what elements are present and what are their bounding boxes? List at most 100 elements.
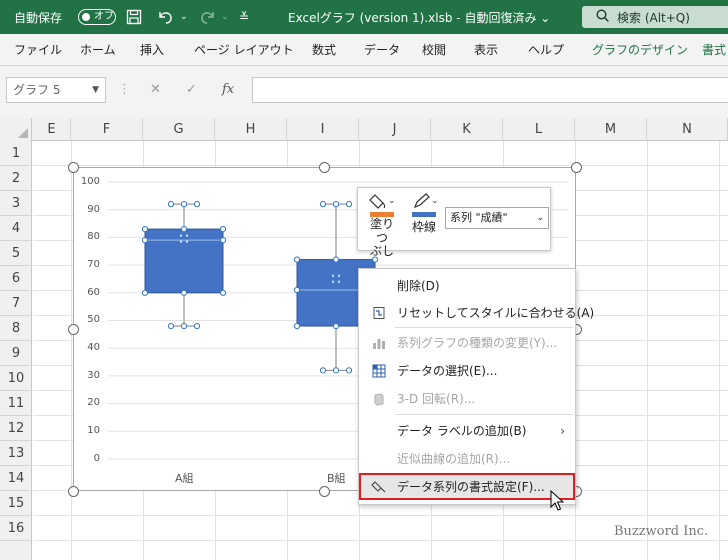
row-header[interactable]: 14 [0, 466, 32, 491]
column-header[interactable]: M [575, 118, 647, 141]
select-all-corner[interactable] [0, 118, 32, 141]
tab-chart-design[interactable]: グラフのデザイン [592, 34, 688, 66]
mean-marker [179, 240, 183, 243]
formula-bar: グラフ 5 ▼ ⋮ ✕ ✓ fx [0, 66, 728, 118]
resize-handle[interactable] [68, 324, 79, 335]
y-axis-tick-label: 70 [87, 259, 100, 270]
row-header[interactable]: 10 [0, 366, 32, 391]
tab-view[interactable]: 表示 [474, 34, 498, 66]
tab-insert[interactable]: 挿入 [140, 34, 164, 66]
column-header[interactable]: J [359, 118, 431, 141]
menu-item-format-data-series[interactable]: データ系列の書式設定(F)... [359, 473, 575, 500]
tab-formulas[interactable]: 数式 [312, 34, 336, 66]
menu-item-add-trendline[interactable]: 近似曲線の追加(R)... [359, 445, 575, 472]
name-box-value: グラフ 5 [13, 83, 61, 97]
selection-marker [141, 289, 149, 296]
resize-handle[interactable] [571, 162, 582, 173]
selection-marker [332, 256, 340, 263]
menu-item-3d-rotation[interactable]: 3-D 回転(R)... [359, 385, 575, 412]
tab-file[interactable]: ファイル [14, 34, 62, 66]
svg-text:⌄: ⌄ [431, 196, 439, 206]
undo-icon[interactable] [156, 0, 176, 34]
menu-item-label: データ ラベルの追加(B) [397, 424, 527, 438]
undo-dropdown-icon[interactable]: ⌄ [180, 0, 188, 34]
series-select[interactable]: 系列 "成績" ⌄ [445, 207, 549, 229]
save-icon[interactable] [126, 0, 142, 34]
enter-icon[interactable]: ✓ [186, 82, 197, 97]
pen-icon: ⌄ [406, 192, 442, 212]
autosave-state: オフ [94, 11, 114, 22]
row-header[interactable]: 9 [0, 341, 32, 366]
row-header[interactable]: 1 [0, 141, 32, 166]
cancel-icon[interactable]: ✕ [150, 82, 161, 97]
resize-handle[interactable] [319, 486, 330, 497]
menu-item-add-data-labels[interactable]: データ ラベルの追加(B) › [359, 417, 575, 444]
row-header[interactable]: 2 [0, 166, 32, 191]
column-header[interactable]: I [287, 118, 359, 141]
resize-handle[interactable] [319, 162, 330, 173]
tab-page-layout[interactable]: ページ レイアウト [194, 34, 294, 66]
tab-help[interactable]: ヘルプ [528, 34, 564, 66]
resize-handle[interactable] [68, 486, 79, 497]
redo-dropdown-icon[interactable]: ⌄ [221, 0, 229, 34]
row-header[interactable]: 15 [0, 491, 32, 516]
insert-function-icon[interactable]: fx [222, 82, 234, 97]
column-header[interactable]: L [503, 118, 575, 141]
autosave-toggle[interactable]: オフ [78, 9, 116, 25]
column-headers: E F G H I J K L M N [0, 118, 728, 141]
search-box[interactable]: 検索 (Alt+Q) [582, 6, 728, 28]
resize-handle[interactable] [68, 162, 79, 173]
toggle-knob [82, 13, 90, 21]
menu-item-delete[interactable]: 削除(D) [359, 272, 575, 299]
formula-input[interactable] [252, 77, 728, 103]
selection-marker [180, 322, 188, 330]
column-header[interactable]: E [33, 118, 71, 141]
ribbon-tabs: ファイル ホーム 挿入 ページ レイアウト 数式 データ 校閲 表示 ヘルプ グ… [0, 34, 728, 66]
row-header[interactable]: 16 [0, 516, 32, 541]
selection-marker [219, 237, 227, 244]
outline-button[interactable]: ⌄ 枠線 [406, 192, 442, 237]
box-A組 [144, 228, 224, 294]
row-header[interactable]: 4 [0, 216, 32, 241]
column-header[interactable]: H [215, 118, 287, 141]
fill-button[interactable]: ⌄ 塗りつ ぶし [364, 192, 400, 257]
y-axis-tick-label: 100 [80, 176, 100, 187]
mean-marker [337, 280, 341, 283]
menu-item-select-data[interactable]: データの選択(E)... [359, 357, 575, 384]
row-header[interactable]: 5 [0, 241, 32, 266]
row-header[interactable]: 11 [0, 391, 32, 416]
tab-data[interactable]: データ [364, 34, 400, 66]
column-header[interactable]: G [143, 118, 215, 141]
customize-qat-icon[interactable]: ≚ [239, 0, 249, 34]
y-axis-tick-label: 50 [87, 314, 100, 325]
menu-item-change-chart-type[interactable]: 系列グラフの種類の変更(Y)... [359, 329, 575, 356]
row-header[interactable]: 3 [0, 191, 32, 216]
column-header[interactable]: K [431, 118, 503, 141]
row-header[interactable]: 8 [0, 316, 32, 341]
selection-marker [319, 367, 327, 374]
row-header[interactable]: 6 [0, 266, 32, 291]
row-header[interactable]: 13 [0, 441, 32, 466]
row-header[interactable]: 12 [0, 416, 32, 441]
rotate-3d-icon [371, 391, 387, 407]
reset-style-icon [371, 305, 387, 321]
search-icon [596, 9, 609, 25]
select-data-icon [371, 363, 387, 379]
menu-item-reset-style[interactable]: リセットしてスタイルに合わせる(A) [359, 299, 594, 326]
chevron-down-icon[interactable]: ▼ [92, 78, 99, 102]
redo-icon[interactable] [197, 0, 217, 34]
tab-format[interactable]: 書式 [702, 34, 726, 66]
row-headers: 1 2 3 4 5 6 7 8 9 10 11 12 13 14 15 16 [0, 141, 32, 560]
tab-home[interactable]: ホーム [80, 34, 116, 66]
fill-label: ぶし [369, 244, 394, 258]
document-title: Excelグラフ (version 1).xlsb - 自動回復済み ⌄ [288, 10, 551, 25]
name-box[interactable]: グラフ 5 ▼ [6, 77, 106, 103]
column-header[interactable]: F [71, 118, 143, 141]
row-header[interactable]: 7 [0, 291, 32, 316]
menu-item-label: 系列グラフの種類の変更(Y)... [397, 336, 558, 350]
outline-label: 枠線 [411, 220, 436, 234]
column-header[interactable]: N [647, 118, 728, 141]
y-axis-tick-label: 40 [87, 342, 100, 353]
fill-label: 塗りつ [369, 217, 394, 245]
tab-review[interactable]: 校閲 [422, 34, 446, 66]
